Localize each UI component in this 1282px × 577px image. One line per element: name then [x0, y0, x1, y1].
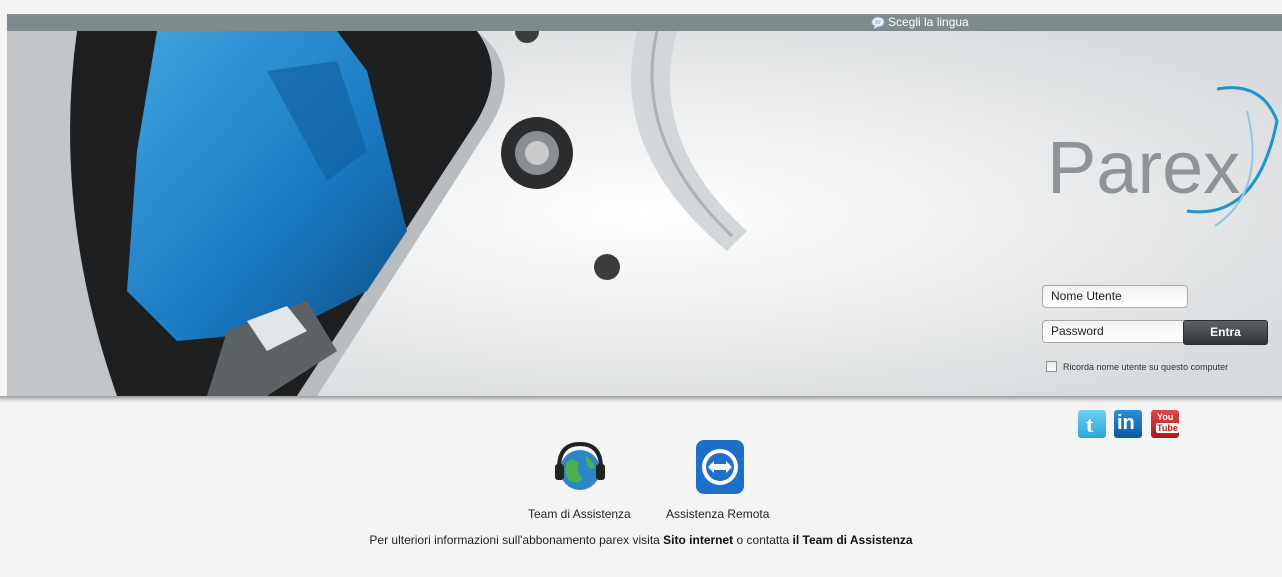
remember-checkbox[interactable]: [1046, 361, 1057, 372]
youtube-icon[interactable]: You Tube: [1151, 410, 1179, 438]
contact-team-link[interactable]: il Team di Assistenza: [793, 533, 913, 547]
info-text: Per ulteriori informazioni sull'abboname…: [369, 533, 913, 547]
speech-bubble-icon: [871, 16, 885, 29]
language-selector[interactable]: Scegli la lingua: [871, 14, 969, 31]
logo-text: Parex: [1047, 126, 1240, 209]
twitter-icon[interactable]: t: [1078, 410, 1106, 438]
hero-shadow: [0, 396, 1282, 404]
username-input[interactable]: [1042, 285, 1188, 308]
teamviewer-icon[interactable]: [694, 438, 748, 496]
remote-support-link[interactable]: Assistenza Remota: [666, 507, 769, 521]
support-team-link[interactable]: Team di Assistenza: [528, 507, 631, 521]
remember-label: Ricorda nome utente su questo computer: [1063, 361, 1229, 372]
password-input[interactable]: [1042, 320, 1188, 343]
parex-logo: Parex: [1047, 86, 1279, 227]
top-bar: Scegli la lingua: [7, 14, 1282, 31]
remember-username[interactable]: Ricorda nome utente su questo computer: [1046, 361, 1228, 372]
linkedin-icon[interactable]: in: [1114, 410, 1142, 438]
login-button[interactable]: Entra: [1183, 320, 1268, 345]
headset-globe-icon[interactable]: [553, 438, 607, 496]
website-link[interactable]: Sito internet: [663, 533, 733, 547]
language-label: Scegli la lingua: [888, 15, 969, 29]
